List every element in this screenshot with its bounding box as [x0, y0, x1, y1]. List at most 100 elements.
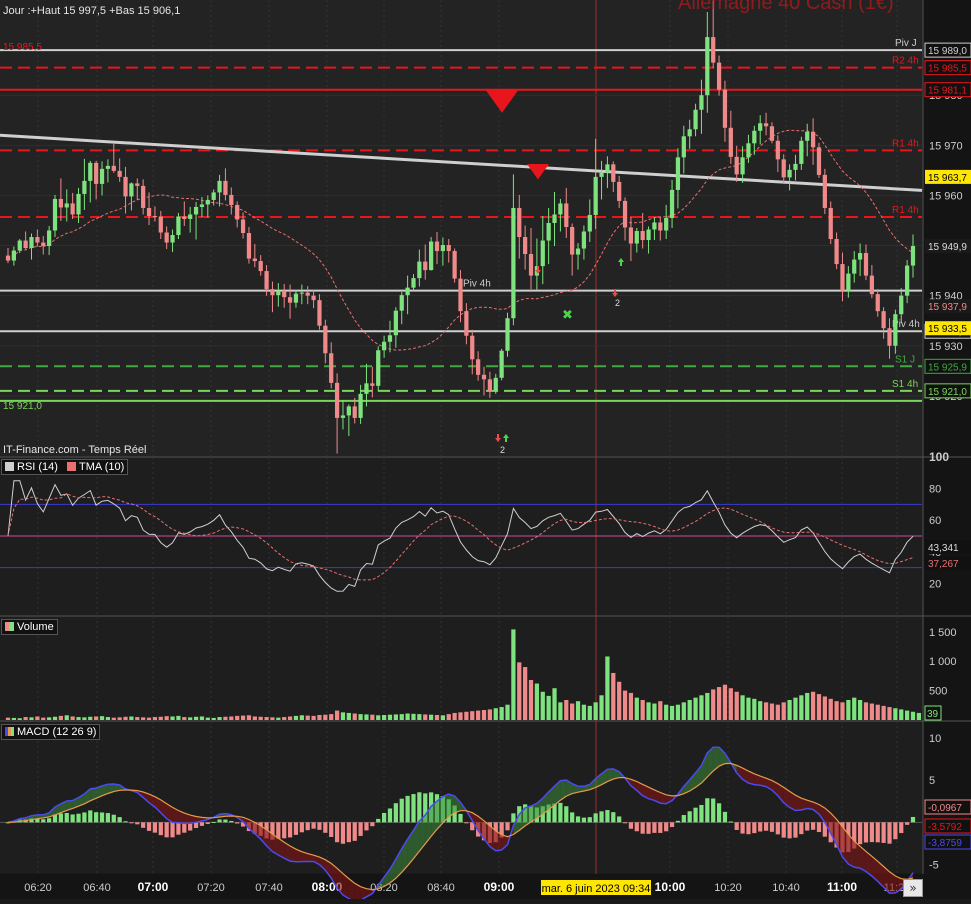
- candle-body: [94, 162, 99, 184]
- price-tag-label: 15 963,7: [928, 173, 967, 184]
- macd-histogram-bar: [358, 822, 363, 836]
- macd-histogram-bar: [511, 813, 516, 823]
- macd-histogram-bar: [799, 822, 804, 835]
- volume-bar: [470, 711, 475, 720]
- macd-histogram-bar: [716, 803, 722, 823]
- candle-body: [188, 214, 193, 219]
- macd-histogram-bar: [899, 822, 904, 834]
- macd-tick-label: 10: [929, 733, 941, 745]
- volume-bar: [270, 717, 275, 720]
- macd-histogram-bar: [711, 798, 716, 823]
- candle-body: [287, 297, 293, 303]
- scroll-right-button[interactable]: »: [903, 879, 923, 897]
- volume-bar: [481, 710, 487, 720]
- candle-body: [170, 235, 175, 243]
- volume-bar: [828, 698, 833, 720]
- candle-body: [158, 216, 163, 233]
- candle-body: [699, 95, 704, 110]
- macd-histogram-bar: [317, 822, 322, 830]
- candle-body: [716, 62, 722, 90]
- macd-histogram-bar: [881, 822, 886, 843]
- candle-body: [64, 203, 69, 208]
- candle-body: [123, 176, 128, 197]
- level-line-label: R1 4h: [892, 138, 919, 149]
- volume-bar: [528, 680, 534, 720]
- candle-body: [799, 140, 804, 164]
- candle-body: [558, 203, 563, 215]
- candle-body: [182, 216, 187, 219]
- volume-bar: [722, 684, 728, 720]
- macd-histogram-bar: [505, 822, 510, 831]
- cursor-time-label: mar. 6 juin 2023 09:34: [542, 883, 651, 895]
- macd-histogram-bar: [658, 822, 663, 833]
- volume-bar: [23, 717, 28, 720]
- volume-legend-label: Volume: [17, 621, 54, 633]
- volume-bar: [693, 697, 698, 720]
- macd-histogram-bar: [746, 822, 751, 835]
- volume-bar: [781, 702, 786, 720]
- candle-body: [47, 230, 52, 247]
- volume-bar: [411, 713, 416, 720]
- volume-bar: [276, 717, 281, 720]
- price-tag-label: 15 933,5: [928, 324, 967, 335]
- rsi-tick-label: 80: [929, 484, 941, 496]
- volume-bar: [70, 716, 75, 720]
- volume-bar: [534, 683, 540, 720]
- candle-body: [446, 245, 451, 252]
- macd-histogram-bar: [311, 822, 316, 829]
- volume-bar: [393, 714, 398, 720]
- candle-body: [252, 258, 257, 262]
- volume-bar: [857, 700, 863, 720]
- volume-bar: [323, 714, 328, 720]
- candle-body: [905, 265, 910, 296]
- rsi-legend[interactable]: RSI (14) TMA (10): [1, 459, 129, 475]
- volume-bar: [364, 714, 369, 720]
- macd-legend[interactable]: MACD (12 26 9): [1, 724, 101, 740]
- volume-bar: [305, 715, 310, 720]
- price-tick-label: 15 970: [929, 140, 963, 152]
- candle-body: [481, 374, 487, 380]
- volume-bar: [523, 667, 528, 720]
- price-tag-label: 15 937,9: [928, 302, 967, 313]
- macd-histogram-bar: [652, 822, 657, 833]
- time-tick-label: 07:20: [197, 882, 225, 894]
- candle-body: [875, 294, 880, 312]
- candle-body: [135, 183, 140, 186]
- volume-bar: [88, 716, 93, 720]
- volume-bar: [329, 714, 334, 720]
- macd-histogram-bar: [558, 802, 563, 823]
- volume-bar: [740, 695, 745, 720]
- volume-bar: [311, 715, 316, 720]
- candle-body: [505, 318, 510, 351]
- macd-histogram-bar: [893, 822, 898, 840]
- volume-bar: [370, 714, 375, 720]
- tma-last-value: 37,267: [928, 559, 959, 570]
- volume-bar: [869, 703, 874, 720]
- candle-body: [176, 216, 181, 236]
- volume-bar: [581, 704, 587, 720]
- candle-body: [211, 192, 216, 200]
- volume-bar: [499, 707, 504, 720]
- candle-body: [828, 207, 833, 240]
- volume-bar: [899, 709, 904, 720]
- level-value-tag: 15 981,1: [928, 86, 967, 97]
- volume-bar: [47, 717, 52, 720]
- candle-body: [217, 180, 222, 193]
- candle-body: [846, 273, 851, 291]
- candle-body: [816, 147, 822, 175]
- macd-histogram-bar: [223, 819, 228, 823]
- candle-body: [323, 325, 328, 354]
- candle-body: [511, 207, 516, 319]
- volume-legend[interactable]: Volume: [1, 619, 58, 635]
- candle-body: [664, 217, 669, 231]
- candle-body: [246, 233, 252, 259]
- volume-bar: [546, 695, 551, 720]
- candle-body: [270, 289, 275, 296]
- candle-body: [205, 199, 210, 205]
- volume-bar: [152, 717, 158, 720]
- candle-body: [528, 254, 534, 276]
- close-position-icon: ✖: [562, 307, 573, 322]
- candle-body: [146, 207, 152, 216]
- volume-bar: [423, 714, 428, 720]
- candle-body: [381, 341, 387, 351]
